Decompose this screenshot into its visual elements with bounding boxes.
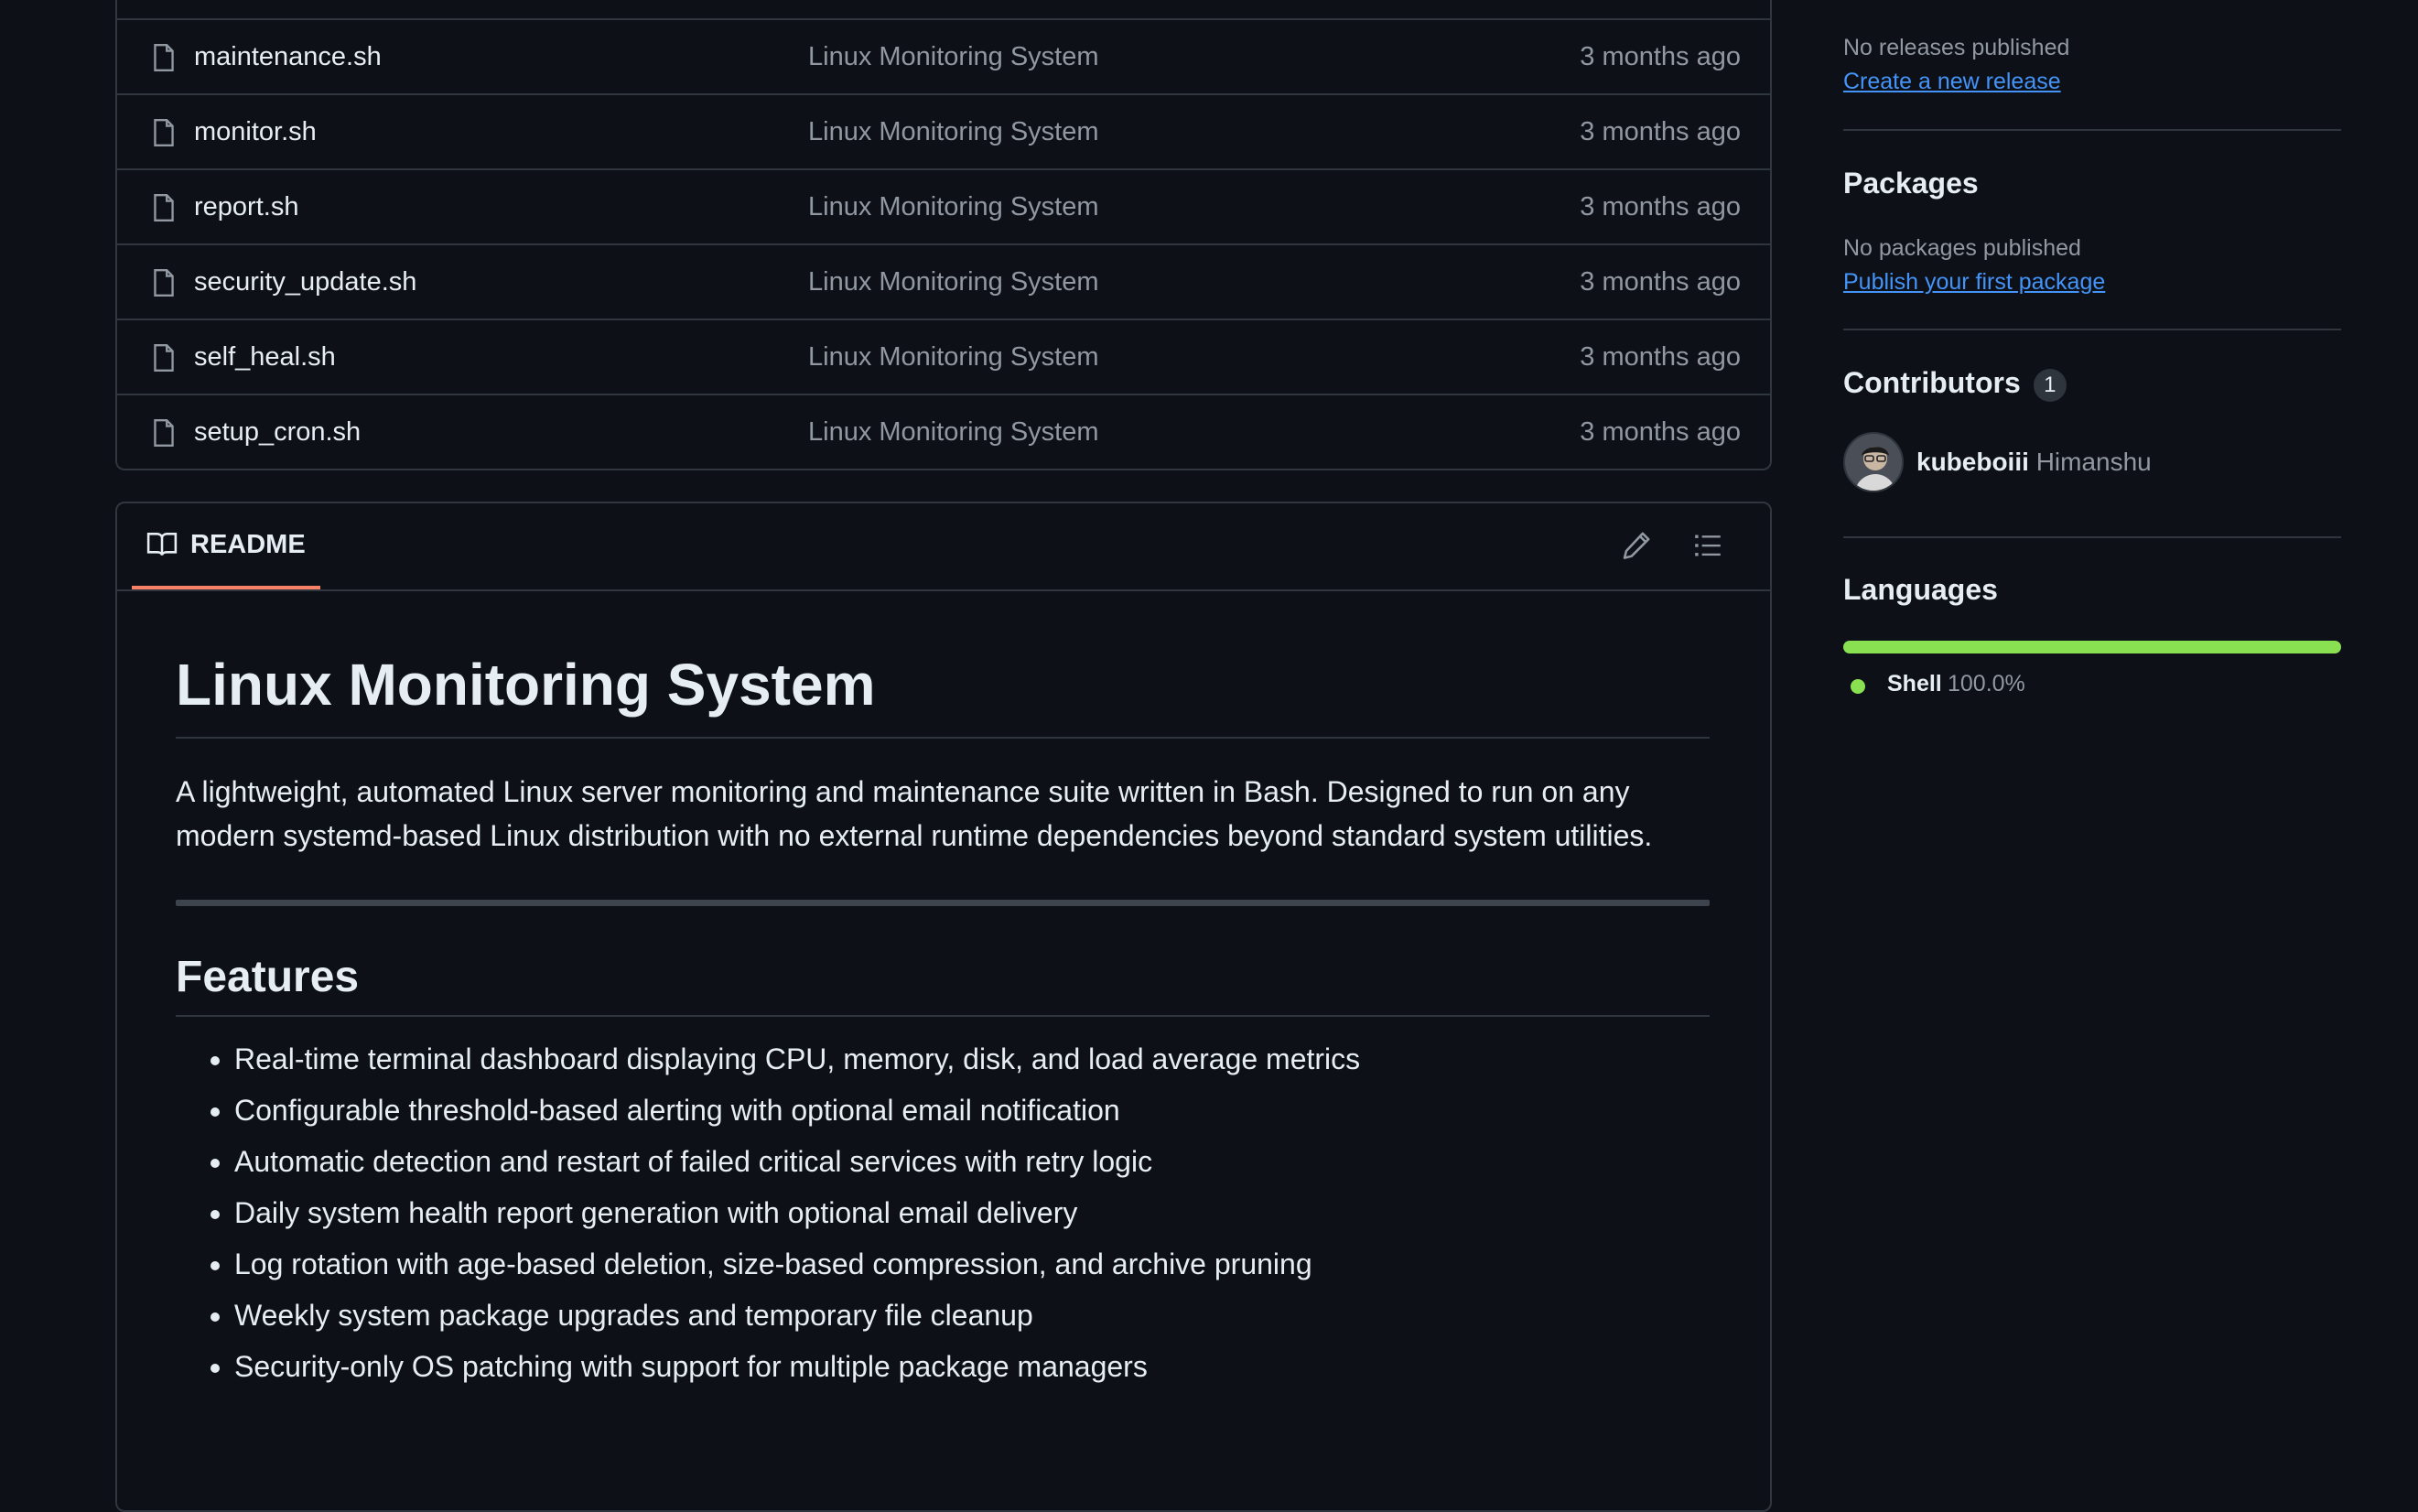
contributor-name: Himanshu	[2035, 448, 2152, 476]
no-releases-text: No releases published	[1843, 35, 2070, 60]
file-commit-message[interactable]: Linux Monitoring System	[808, 42, 1099, 72]
file-commit-time: 3 months ago	[1580, 416, 1741, 447]
features-heading: Features	[176, 952, 1710, 1017]
section-divider	[1843, 329, 2341, 330]
book-icon	[146, 533, 178, 556]
list-item: Security-only OS patching with support f…	[234, 1341, 1710, 1392]
file-commit-time: 3 months ago	[1580, 266, 1741, 297]
section-divider	[1843, 129, 2341, 131]
outline-button[interactable]	[1688, 525, 1728, 566]
readme-panel: README Linux Monitoring System A lightwe…	[115, 502, 1772, 1512]
file-name[interactable]: maintenance.sh	[194, 42, 382, 72]
file-row[interactable]: report.sh Linux Monitoring System 3 mont…	[117, 168, 1770, 243]
language-percent: 100.0%	[1948, 671, 2025, 697]
avatar-image	[1845, 434, 1902, 491]
file-row[interactable]: setup_cron.sh Linux Monitoring System 3 …	[117, 394, 1770, 469]
no-packages-text: No packages published	[1843, 235, 2081, 261]
list-item: Weekly system package upgrades and tempo…	[234, 1290, 1710, 1341]
publish-package-link[interactable]: Publish your first package	[1843, 269, 2105, 296]
edit-readme-button[interactable]	[1616, 525, 1657, 566]
list-item: Configurable threshold-based alerting wi…	[234, 1085, 1710, 1136]
language-bar-shell	[1843, 641, 2341, 653]
language-name: Shell	[1887, 671, 1942, 697]
file-commit-message[interactable]: Linux Monitoring System	[808, 117, 1099, 147]
packages-heading[interactable]: Packages	[1843, 167, 1979, 200]
file-name[interactable]: setup_cron.sh	[194, 417, 361, 448]
file-commit-time: 3 months ago	[1580, 116, 1741, 146]
readme-title: Linux Monitoring System	[176, 650, 1710, 739]
contributors-count-badge: 1	[2033, 368, 2067, 402]
readme-content: Linux Monitoring System A lightweight, a…	[176, 589, 1710, 1392]
create-release-link[interactable]: Create a new release	[1843, 69, 2061, 95]
file-list-previous-row	[117, 0, 1770, 18]
contributor-login[interactable]: kubeboiii	[1916, 448, 2029, 476]
contributors-heading-label: Contributors	[1843, 366, 2021, 399]
file-commit-message[interactable]: Linux Monitoring System	[808, 267, 1099, 297]
file-name[interactable]: security_update.sh	[194, 267, 416, 297]
file-icon	[154, 194, 174, 221]
file-icon	[154, 44, 174, 71]
section-divider	[1843, 536, 2341, 538]
list-item: Daily system health report generation wi…	[234, 1187, 1710, 1238]
readme-header: README	[117, 503, 1770, 591]
file-commit-time: 3 months ago	[1580, 41, 1741, 71]
file-row[interactable]: maintenance.sh Linux Monitoring System 3…	[117, 18, 1770, 93]
file-commit-time: 3 months ago	[1580, 341, 1741, 372]
file-icon	[154, 269, 174, 297]
readme-intro: A lightweight, automated Linux server mo…	[176, 774, 1653, 852]
tab-readme-label: README	[190, 529, 306, 559]
file-list: maintenance.sh Linux Monitoring System 3…	[115, 0, 1772, 470]
file-name[interactable]: self_heal.sh	[194, 342, 336, 373]
pencil-icon	[1623, 532, 1650, 559]
file-commit-message[interactable]: Linux Monitoring System	[808, 417, 1099, 448]
languages-heading: Languages	[1843, 573, 1998, 606]
language-color-dot	[1851, 679, 1865, 694]
file-icon	[154, 419, 174, 447]
horizontal-rule	[176, 899, 1710, 906]
list-item: Log rotation with age-based deletion, si…	[234, 1238, 1710, 1290]
features-list: Real-time terminal dashboard displaying …	[176, 1033, 1710, 1392]
file-name[interactable]: report.sh	[194, 192, 298, 222]
file-icon	[154, 344, 174, 372]
contributor-entry[interactable]: kubeboiii Himanshu	[1916, 448, 2152, 477]
tab-readme[interactable]: README	[132, 503, 320, 589]
contributors-heading[interactable]: Contributors 1	[1843, 366, 2067, 402]
file-commit-message[interactable]: Linux Monitoring System	[808, 342, 1099, 373]
list-item: Real-time terminal dashboard displaying …	[234, 1033, 1710, 1085]
file-commit-message[interactable]: Linux Monitoring System	[808, 192, 1099, 222]
file-commit-time: 3 months ago	[1580, 191, 1741, 221]
file-name[interactable]: monitor.sh	[194, 117, 317, 147]
list-unordered-icon	[1695, 535, 1721, 556]
list-item: Automatic detection and restart of faile…	[234, 1136, 1710, 1187]
file-icon	[154, 119, 174, 146]
file-row[interactable]: monitor.sh Linux Monitoring System 3 mon…	[117, 93, 1770, 168]
file-row[interactable]: self_heal.sh Linux Monitoring System 3 m…	[117, 319, 1770, 394]
file-row[interactable]: security_update.sh Linux Monitoring Syst…	[117, 243, 1770, 319]
avatar[interactable]	[1843, 432, 1904, 492]
